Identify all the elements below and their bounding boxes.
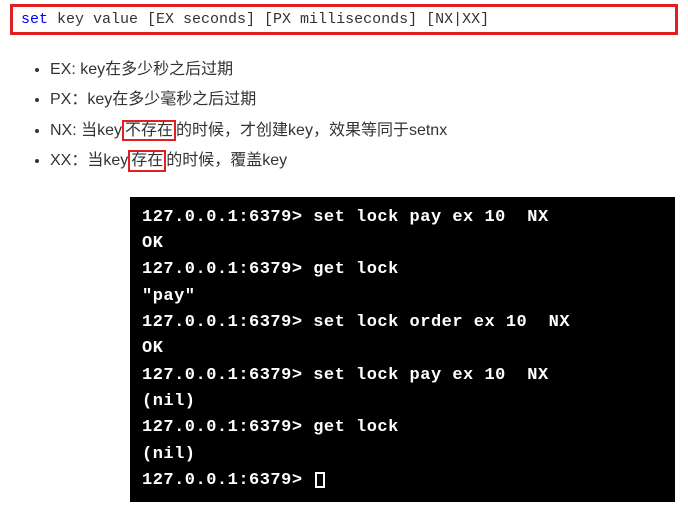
terminal-line: 127.0.0.1:6379> set lock order ex 10 NX [142, 310, 663, 336]
syntax-keyword: set [21, 11, 48, 28]
list-item-ex: EX: key在多少秒之后过期 [50, 55, 688, 85]
syntax-command-box: set key value [EX seconds] [PX milliseco… [10, 4, 678, 35]
bullet-nx-p2: 的时候，才创建key，效果等同于setnx [176, 122, 447, 139]
bullet-xx-p1: XX：当key [50, 152, 128, 169]
list-item-px: PX：key在多少毫秒之后过期 [50, 85, 688, 115]
options-list: EX: key在多少秒之后过期 PX：key在多少毫秒之后过期 NX: 当key… [0, 55, 688, 177]
terminal-line: 127.0.0.1:6379> set lock pay ex 10 NX [142, 363, 663, 389]
terminal-line: 127.0.0.1:6379> get lock [142, 257, 663, 283]
terminal-line: "pay" [142, 284, 663, 310]
terminal-line: OK [142, 336, 663, 362]
bullet-nx-p1: NX: 当key [50, 122, 122, 139]
bullet-ex-text: EX: key在多少秒之后过期 [50, 61, 233, 78]
terminal-line: (nil) [142, 442, 663, 468]
terminal-prompt-line: 127.0.0.1:6379> [142, 468, 663, 494]
terminal-prompt-text: 127.0.0.1:6379> [142, 471, 313, 490]
list-item-nx: NX: 当key不存在的时候，才创建key，效果等同于setnx [50, 116, 688, 146]
terminal-line: (nil) [142, 389, 663, 415]
bullet-px-text: PX：key在多少毫秒之后过期 [50, 91, 256, 108]
terminal-output: 127.0.0.1:6379> set lock pay ex 10 NX OK… [130, 197, 675, 503]
bullet-xx-highlight: 存在 [128, 150, 166, 172]
cursor-icon [315, 472, 325, 488]
syntax-rest: key value [EX seconds] [PX milliseconds]… [48, 11, 489, 28]
terminal-line: OK [142, 231, 663, 257]
list-item-xx: XX：当key存在的时候，覆盖key [50, 146, 688, 176]
terminal-line: 127.0.0.1:6379> set lock pay ex 10 NX [142, 205, 663, 231]
terminal-line: 127.0.0.1:6379> get lock [142, 415, 663, 441]
bullet-nx-highlight: 不存在 [122, 120, 176, 142]
bullet-xx-p2: 的时候，覆盖key [166, 152, 287, 169]
